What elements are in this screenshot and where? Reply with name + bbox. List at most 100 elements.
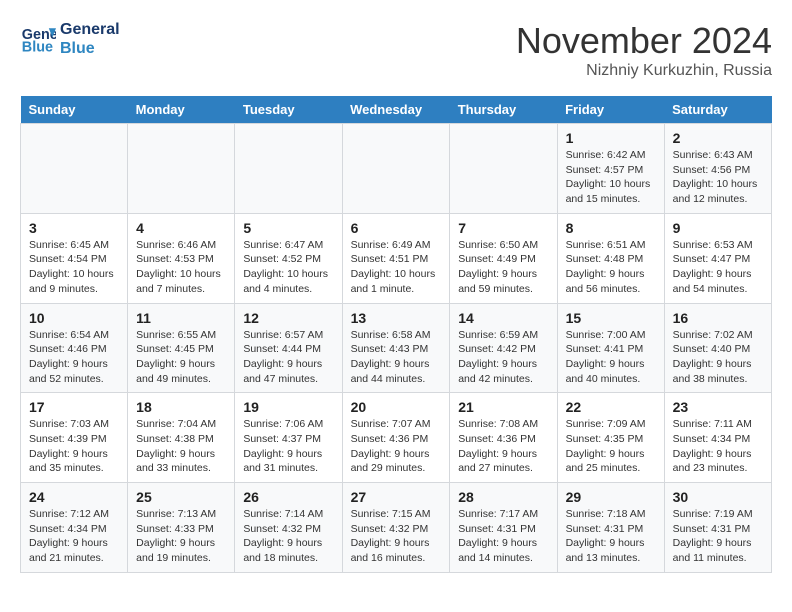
day-number: 5 <box>243 220 333 236</box>
day-number: 8 <box>566 220 656 236</box>
day-cell-20: 20Sunrise: 7:07 AM Sunset: 4:36 PM Dayli… <box>342 393 450 483</box>
day-number: 3 <box>29 220 119 236</box>
day-info: Sunrise: 6:42 AM Sunset: 4:57 PM Dayligh… <box>566 148 656 207</box>
day-info: Sunrise: 7:09 AM Sunset: 4:35 PM Dayligh… <box>566 417 656 476</box>
day-info: Sunrise: 7:17 AM Sunset: 4:31 PM Dayligh… <box>458 507 548 566</box>
day-cell-30: 30Sunrise: 7:19 AM Sunset: 4:31 PM Dayli… <box>664 483 771 573</box>
day-cell-21: 21 Sunrise: 7:08 AM Sunset: 4:36 PM Dayli… <box>450 393 557 483</box>
day-cell-25: 25 Sunrise: 7:13 AM Sunset: 4:33 PM Dayli… <box>128 483 235 573</box>
empty-cell <box>235 124 342 214</box>
day-cell-14: 14Sunrise: 6:59 AM Sunset: 4:42 PM Dayli… <box>450 303 557 393</box>
day-number: 13 <box>351 310 442 326</box>
day-info: Sunrise: 6:46 AM Sunset: 4:53 PM Dayligh… <box>136 238 226 297</box>
day-number: 26 <box>243 489 333 505</box>
week-row-4: 17 Sunrise: 7:03 AM Sunset: 4:39 PM Dayli… <box>21 393 772 483</box>
day-info: Sunrise: 7:04 AM Sunset: 4:38 PM Dayligh… <box>136 417 226 476</box>
weekday-header-monday: Monday <box>128 96 235 124</box>
svg-text:Blue: Blue <box>22 40 53 56</box>
day-info: Sunrise: 6:51 AM Sunset: 4:48 PM Dayligh… <box>566 238 656 297</box>
day-info: Sunrise: 7:19 AM Sunset: 4:31 PM Dayligh… <box>673 507 763 566</box>
day-number: 18 <box>136 399 226 415</box>
day-info: Sunrise: 7:14 AM Sunset: 4:32 PM Dayligh… <box>243 507 333 566</box>
day-cell-29: 29 Sunrise: 7:18 AM Sunset: 4:31 PM Dayli… <box>557 483 664 573</box>
day-cell-10: 10 Sunrise: 6:54 AM Sunset: 4:46 PM Dayli… <box>21 303 128 393</box>
day-cell-5: 5 Sunrise: 6:47 AM Sunset: 4:52 PM Daylig… <box>235 213 342 303</box>
day-cell-28: 28 Sunrise: 7:17 AM Sunset: 4:31 PM Dayli… <box>450 483 557 573</box>
day-number: 15 <box>566 310 656 326</box>
week-row-2: 3 Sunrise: 6:45 AM Sunset: 4:54 PM Daylig… <box>21 213 772 303</box>
day-number: 1 <box>566 130 656 146</box>
weekday-header-tuesday: Tuesday <box>235 96 342 124</box>
day-info: Sunrise: 6:57 AM Sunset: 4:44 PM Dayligh… <box>243 328 333 387</box>
day-number: 23 <box>673 399 763 415</box>
logo-blue: Blue <box>60 39 120 58</box>
day-info: Sunrise: 6:43 AM Sunset: 4:56 PM Dayligh… <box>673 148 763 207</box>
day-cell-8: 8 Sunrise: 6:51 AM Sunset: 4:48 PM Daylig… <box>557 213 664 303</box>
empty-cell <box>21 124 128 214</box>
day-cell-7: 7 Sunrise: 6:50 AM Sunset: 4:49 PM Daylig… <box>450 213 557 303</box>
day-info: Sunrise: 6:45 AM Sunset: 4:54 PM Dayligh… <box>29 238 119 297</box>
page-header: General Blue General Blue November 2024 … <box>20 20 772 80</box>
day-cell-23: 23 Sunrise: 7:11 AM Sunset: 4:34 PM Dayli… <box>664 393 771 483</box>
day-info: Sunrise: 6:58 AM Sunset: 4:43 PM Dayligh… <box>351 328 442 387</box>
day-number: 27 <box>351 489 442 505</box>
logo-general: General <box>60 20 120 39</box>
day-cell-17: 17 Sunrise: 7:03 AM Sunset: 4:39 PM Dayli… <box>21 393 128 483</box>
day-number: 22 <box>566 399 656 415</box>
day-info: Sunrise: 7:15 AM Sunset: 4:32 PM Dayligh… <box>351 507 442 566</box>
day-number: 12 <box>243 310 333 326</box>
day-number: 9 <box>673 220 763 236</box>
empty-cell <box>128 124 235 214</box>
day-info: Sunrise: 6:54 AM Sunset: 4:46 PM Dayligh… <box>29 328 119 387</box>
day-cell-19: 19Sunrise: 7:06 AM Sunset: 4:37 PM Dayli… <box>235 393 342 483</box>
day-cell-9: 9 Sunrise: 6:53 AM Sunset: 4:47 PM Daylig… <box>664 213 771 303</box>
day-number: 4 <box>136 220 226 236</box>
day-cell-27: 27 Sunrise: 7:15 AM Sunset: 4:32 PM Dayli… <box>342 483 450 573</box>
day-number: 11 <box>136 310 226 326</box>
day-number: 29 <box>566 489 656 505</box>
day-number: 24 <box>29 489 119 505</box>
day-cell-6: 6 Sunrise: 6:49 AM Sunset: 4:51 PM Daylig… <box>342 213 450 303</box>
day-number: 7 <box>458 220 548 236</box>
empty-cell <box>450 124 557 214</box>
day-info: Sunrise: 7:03 AM Sunset: 4:39 PM Dayligh… <box>29 417 119 476</box>
day-info: Sunrise: 7:13 AM Sunset: 4:33 PM Dayligh… <box>136 507 226 566</box>
day-number: 10 <box>29 310 119 326</box>
logo-icon: General Blue <box>20 21 56 57</box>
day-cell-15: 15Sunrise: 7:00 AM Sunset: 4:41 PM Dayli… <box>557 303 664 393</box>
day-number: 21 <box>458 399 548 415</box>
day-info: Sunrise: 6:47 AM Sunset: 4:52 PM Dayligh… <box>243 238 333 297</box>
day-info: Sunrise: 6:59 AM Sunset: 4:42 PM Dayligh… <box>458 328 548 387</box>
weekday-header-saturday: Saturday <box>664 96 771 124</box>
day-info: Sunrise: 6:50 AM Sunset: 4:49 PM Dayligh… <box>458 238 548 297</box>
logo: General Blue General Blue <box>20 20 120 58</box>
day-cell-12: 12 Sunrise: 6:57 AM Sunset: 4:44 PM Dayli… <box>235 303 342 393</box>
day-number: 19 <box>243 399 333 415</box>
day-info: Sunrise: 7:08 AM Sunset: 4:36 PM Dayligh… <box>458 417 548 476</box>
day-info: Sunrise: 7:12 AM Sunset: 4:34 PM Dayligh… <box>29 507 119 566</box>
day-info: Sunrise: 6:49 AM Sunset: 4:51 PM Dayligh… <box>351 238 442 297</box>
day-cell-16: 16Sunrise: 7:02 AM Sunset: 4:40 PM Dayli… <box>664 303 771 393</box>
calendar-table: SundayMondayTuesdayWednesdayThursdayFrid… <box>20 96 772 573</box>
weekday-header-sunday: Sunday <box>21 96 128 124</box>
day-number: 28 <box>458 489 548 505</box>
day-cell-2: 2 Sunrise: 6:43 AM Sunset: 4:56 PM Daylig… <box>664 124 771 214</box>
empty-cell <box>342 124 450 214</box>
day-number: 20 <box>351 399 442 415</box>
day-info: Sunrise: 6:53 AM Sunset: 4:47 PM Dayligh… <box>673 238 763 297</box>
day-info: Sunrise: 7:18 AM Sunset: 4:31 PM Dayligh… <box>566 507 656 566</box>
day-cell-1: 1 Sunrise: 6:42 AM Sunset: 4:57 PM Daylig… <box>557 124 664 214</box>
day-number: 6 <box>351 220 442 236</box>
day-number: 17 <box>29 399 119 415</box>
day-cell-13: 13 Sunrise: 6:58 AM Sunset: 4:43 PM Dayli… <box>342 303 450 393</box>
day-cell-18: 18 Sunrise: 7:04 AM Sunset: 4:38 PM Dayli… <box>128 393 235 483</box>
day-info: Sunrise: 7:11 AM Sunset: 4:34 PM Dayligh… <box>673 417 763 476</box>
weekday-header-row: SundayMondayTuesdayWednesdayThursdayFrid… <box>21 96 772 124</box>
location-subtitle: Nizhniy Kurkuzhin, Russia <box>516 62 772 80</box>
week-row-1: 1 Sunrise: 6:42 AM Sunset: 4:57 PM Daylig… <box>21 124 772 214</box>
day-cell-26: 26 Sunrise: 7:14 AM Sunset: 4:32 PM Dayli… <box>235 483 342 573</box>
weekday-header-wednesday: Wednesday <box>342 96 450 124</box>
day-number: 25 <box>136 489 226 505</box>
day-number: 16 <box>673 310 763 326</box>
day-number: 2 <box>673 130 763 146</box>
